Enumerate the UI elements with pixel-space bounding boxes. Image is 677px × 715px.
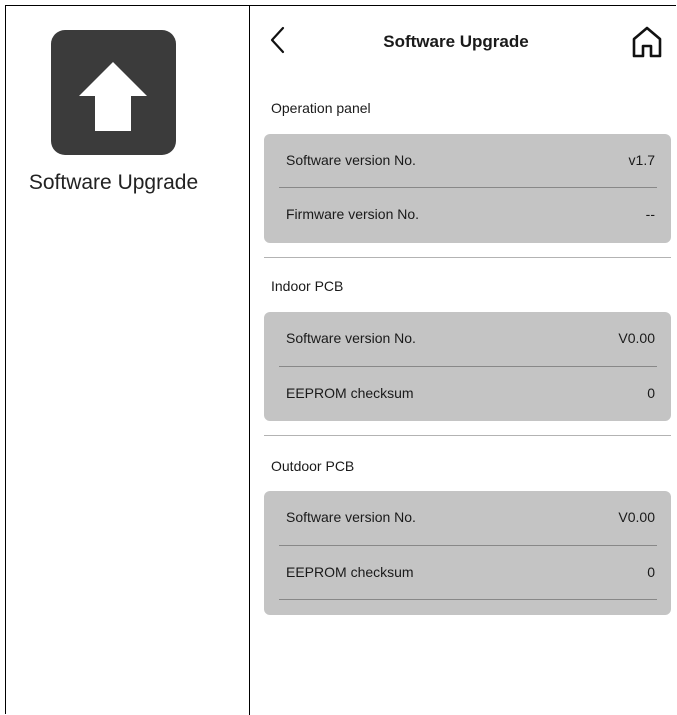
section-title-outdoor-pcb: Outdoor PCB [271, 458, 355, 474]
list-item[interactable]: Software version No. V0.00 [264, 491, 671, 544]
section-divider [264, 435, 671, 436]
home-icon [632, 26, 662, 58]
app-label: Software Upgrade [28, 171, 199, 194]
list-item[interactable]: EEPROM checksum 0 [264, 546, 671, 599]
upload-arrow-icon [79, 62, 147, 131]
list-item[interactable]: Software version No. v1.7 [264, 134, 671, 187]
row-value: 0 [647, 564, 655, 580]
indoor-pcb-card: Software version No. V0.00 EEPROM checks… [264, 312, 671, 421]
row-label: Software version No. [286, 330, 416, 346]
row-value: -- [645, 206, 655, 222]
outdoor-pcb-card: Software version No. V0.00 EEPROM checks… [264, 491, 671, 615]
header: Software Upgrade [250, 6, 677, 78]
row-label: Software version No. [286, 509, 416, 525]
row-value: v1.7 [628, 152, 655, 168]
operation-panel-card: Software version No. v1.7 Firmware versi… [264, 134, 671, 243]
row-value: 0 [647, 385, 655, 401]
row-value: V0.00 [618, 509, 655, 525]
home-button[interactable] [630, 24, 664, 60]
software-upgrade-tile[interactable] [51, 30, 176, 155]
row-value: V0.00 [618, 330, 655, 346]
list-item[interactable]: Software version No. V0.00 [264, 312, 671, 365]
page-title: Software Upgrade [383, 32, 529, 51]
row-label: EEPROM checksum [286, 385, 414, 401]
section-title-operation-panel: Operation panel [271, 100, 371, 116]
list-item[interactable]: EEPROM checksum 0 [264, 367, 671, 420]
row-divider [279, 599, 657, 600]
list-item[interactable]: Firmware version No. -- [264, 188, 671, 241]
sidebar: Software Upgrade [6, 6, 249, 715]
main-panel: Software Upgrade Operation panel Softwar… [250, 6, 677, 715]
row-label: EEPROM checksum [286, 564, 414, 580]
section-title-indoor-pcb: Indoor PCB [271, 278, 344, 294]
row-label: Firmware version No. [286, 206, 420, 222]
section-divider [264, 257, 671, 258]
row-label: Software version No. [286, 152, 416, 168]
